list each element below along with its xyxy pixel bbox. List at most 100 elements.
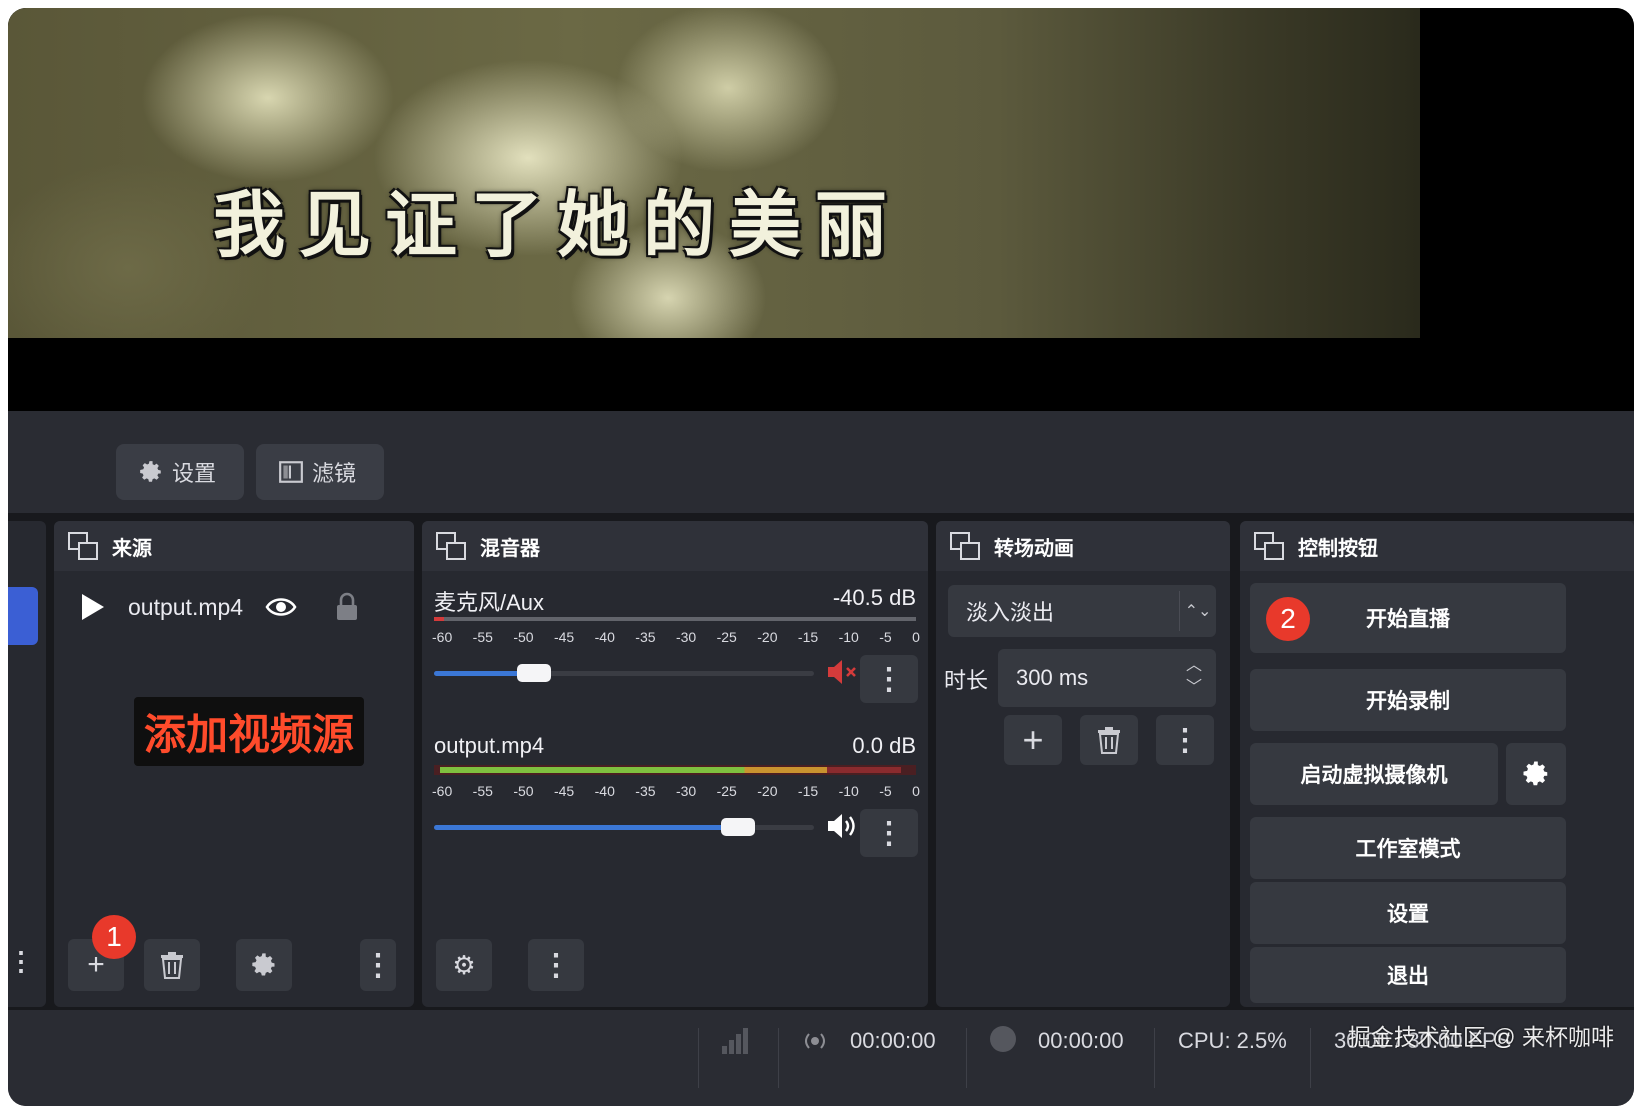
duration-spinbox[interactable]: 300 ms ︿ ﹀	[998, 649, 1216, 707]
channel-menu-button[interactable]: ⋮	[860, 655, 918, 703]
advanced-audio-button[interactable]: ⚙	[436, 939, 492, 991]
trash-icon	[161, 952, 183, 979]
vertical-dots-icon: ⋮	[1170, 723, 1200, 757]
transition-menu-button[interactable]: ⋮	[1156, 715, 1214, 765]
record-timer: 00:00:00	[1038, 1028, 1124, 1053]
network-signal-icon	[722, 1028, 748, 1054]
settings-button[interactable]: 设置	[1250, 882, 1566, 944]
start-virtual-camera-button[interactable]: 启动虚拟摄像机	[1250, 743, 1498, 805]
vertical-dots-icon: ⋮	[874, 816, 904, 850]
studio-mode-button[interactable]: 工作室模式	[1250, 817, 1566, 879]
status-separator	[966, 1028, 967, 1088]
meter-tick-label: -30	[675, 783, 697, 799]
controls-panel: 控制按钮 开始直播 2 开始录制 启动虚拟摄像机 工作室模式 设置 退出	[1240, 521, 1634, 1007]
meter-tick-label: -40	[594, 783, 615, 799]
dock-undock-icon[interactable]	[950, 532, 980, 560]
preview-canvas[interactable]: 我见证了她的美丽	[8, 8, 1634, 411]
play-icon	[82, 594, 104, 620]
meter-tick-label: 0	[912, 629, 920, 645]
mixer-panel: 混音器 麦克风/Aux -40.5 dB -60 -55 -50 -45 -40 -35-…	[422, 521, 928, 1007]
selected-scene-item[interactable]	[8, 587, 38, 645]
volume-slider-handle[interactable]	[517, 664, 551, 682]
meter-tick-label: -50	[513, 783, 534, 799]
source-filters-button[interactable]: 滤镜	[256, 444, 384, 500]
remove-transition-button[interactable]	[1080, 715, 1138, 765]
meter-tick-label: -40	[594, 629, 615, 645]
obs-window: 我见证了她的美丽 设置 滤镜 ⋮ 来源 output.mp4 添加视频源 + 1…	[8, 8, 1634, 1106]
meter-tick-label: -60	[432, 629, 453, 645]
start-virtual-camera-label: 启动虚拟摄像机	[1300, 764, 1448, 787]
sources-toolbar: + 1 ⋮	[54, 915, 414, 993]
source-settings-button[interactable]: 设置	[116, 444, 244, 500]
gear-icon	[140, 461, 161, 482]
vertical-dots-icon: ⋮	[363, 948, 393, 982]
lock-icon[interactable]	[335, 592, 359, 622]
gears-icon: ⚙	[452, 949, 476, 980]
source-properties-button[interactable]	[236, 939, 292, 991]
meter-tick-label: -55	[472, 783, 493, 799]
volume-slider-fill	[434, 825, 725, 830]
meter-tick-label: -60	[432, 783, 453, 799]
volume-slider[interactable]	[434, 664, 814, 682]
mixer-toolbar: ⚙ ⋮	[422, 939, 928, 993]
virtual-camera-settings-button[interactable]	[1506, 743, 1566, 805]
sources-title: 来源	[112, 537, 152, 560]
audio-meter	[434, 765, 916, 775]
meter-tick-label: -35	[635, 783, 656, 799]
audio-meter-level	[434, 617, 444, 621]
status-separator	[698, 1028, 699, 1088]
audio-meter-level	[440, 767, 901, 773]
channel-menu-button[interactable]: ⋮	[860, 809, 918, 857]
meter-tick-label: -15	[797, 629, 819, 645]
meter-tick-label: -25	[716, 629, 737, 645]
start-recording-label: 开始录制	[1366, 690, 1450, 713]
duration-label: 时长	[944, 668, 989, 693]
meter-tick-label: -5	[879, 629, 892, 645]
video-frame: 我见证了她的美丽	[8, 8, 1420, 338]
exit-button[interactable]: 退出	[1250, 947, 1566, 1003]
transition-select[interactable]: 淡入淡出 ⌃⌄	[948, 585, 1216, 637]
meter-tick-label: -55	[472, 629, 493, 645]
meter-tick-label: 0	[912, 783, 920, 799]
volume-slider[interactable]	[434, 818, 814, 836]
meter-tick-label: -50	[513, 629, 534, 645]
docks-area: ⋮ 来源 output.mp4 添加视频源 + 1 ⋮ 混音器 麦克风/Aux …	[8, 513, 1634, 1010]
sources-menu-button[interactable]: ⋮	[360, 939, 396, 991]
sources-panel: 来源 output.mp4 添加视频源 + 1 ⋮	[54, 521, 414, 1007]
plus-icon: +	[1022, 719, 1044, 760]
status-separator	[1310, 1028, 1311, 1088]
eye-icon[interactable]	[265, 595, 297, 619]
status-bar: 00:00:00 00:00:00 CPU: 2.5% 30.00 / 30.0…	[8, 1010, 1634, 1106]
remove-source-button[interactable]	[144, 939, 200, 991]
watermark: 掘金技术社区 @ 来杯咖啡	[1347, 1024, 1614, 1050]
speaker-muted-icon[interactable]	[826, 657, 858, 687]
meter-tick-label: -5	[879, 783, 892, 799]
add-video-source-callout: 添加视频源	[134, 697, 365, 766]
dock-undock-icon[interactable]	[436, 532, 466, 560]
dock-undock-icon[interactable]	[1254, 532, 1284, 560]
stream-timer: 00:00:00	[850, 1028, 936, 1053]
start-recording-button[interactable]: 开始录制	[1250, 669, 1566, 731]
source-item[interactable]: output.mp4	[54, 583, 414, 631]
streaming-status-icon	[805, 1033, 825, 1049]
spin-arrows-icon[interactable]: ︿ ﹀	[1186, 655, 1202, 699]
source-filters-label: 滤镜	[312, 461, 357, 486]
mixer-menu-button[interactable]: ⋮	[528, 939, 584, 991]
meter-tick-label: -10	[838, 629, 859, 645]
add-transition-button[interactable]: +	[1004, 715, 1062, 765]
speaker-icon[interactable]	[826, 811, 860, 841]
scenes-menu-icon[interactable]: ⋮	[8, 946, 34, 977]
dock-undock-icon[interactable]	[68, 532, 98, 560]
sources-header: 来源	[54, 521, 414, 571]
recording-status-icon	[990, 1026, 1016, 1052]
transitions-panel: 转场动画 淡入淡出 ⌃⌄ 时长 300 ms ︿ ﹀ + ⋮	[936, 521, 1230, 1007]
settings-label: 设置	[1387, 903, 1429, 926]
volume-slider-handle[interactable]	[721, 818, 755, 836]
status-separator	[1154, 1028, 1155, 1088]
filter-icon	[279, 461, 303, 483]
meter-scale: -60 -55 -50 -45 -40 -35 -30 -25 -20 -15 -10 -5 0	[432, 629, 920, 645]
trash-icon	[1098, 727, 1120, 754]
volume-slider-fill	[434, 671, 521, 676]
vertical-dots-icon: ⋮	[541, 948, 571, 982]
mixer-title: 混音器	[480, 537, 540, 560]
